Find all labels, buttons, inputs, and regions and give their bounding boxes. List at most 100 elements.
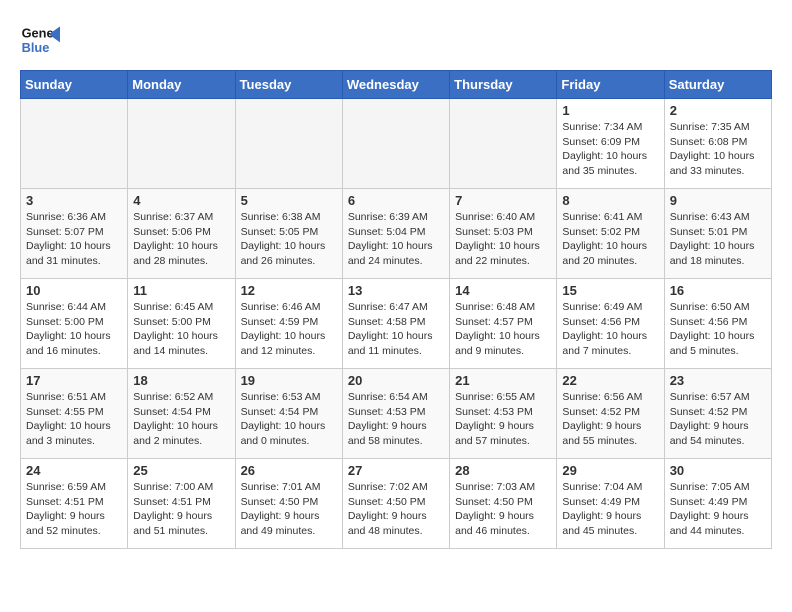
week-row-2: 3 Sunrise: 6:36 AM Sunset: 5:07 PM Daylig… [21, 189, 772, 279]
day-header-tuesday: Tuesday [235, 71, 342, 99]
calendar-cell: 9 Sunrise: 6:43 AM Sunset: 5:01 PM Daylig… [664, 189, 771, 279]
calendar-cell: 1 Sunrise: 7:34 AM Sunset: 6:09 PM Daylig… [557, 99, 664, 189]
calendar-cell [450, 99, 557, 189]
day-info: Sunrise: 6:46 AM Sunset: 4:59 PM Dayligh… [241, 300, 337, 359]
day-info: Sunrise: 7:35 AM Sunset: 6:08 PM Dayligh… [670, 120, 766, 179]
week-row-5: 24 Sunrise: 6:59 AM Sunset: 4:51 PM Dayli… [21, 459, 772, 549]
day-info: Sunrise: 7:02 AM Sunset: 4:50 PM Dayligh… [348, 480, 444, 539]
day-info: Sunrise: 7:04 AM Sunset: 4:49 PM Dayligh… [562, 480, 658, 539]
logo: General Blue [20, 20, 60, 60]
day-info: Sunrise: 6:44 AM Sunset: 5:00 PM Dayligh… [26, 300, 122, 359]
day-info: Sunrise: 6:48 AM Sunset: 4:57 PM Dayligh… [455, 300, 551, 359]
day-number: 24 [26, 463, 122, 478]
calendar-cell: 25 Sunrise: 7:00 AM Sunset: 4:51 PM Dayli… [128, 459, 235, 549]
day-number: 2 [670, 103, 766, 118]
calendar-cell: 16 Sunrise: 6:50 AM Sunset: 4:56 PM Dayli… [664, 279, 771, 369]
calendar-cell: 23 Sunrise: 6:57 AM Sunset: 4:52 PM Dayli… [664, 369, 771, 459]
calendar-cell [235, 99, 342, 189]
day-info: Sunrise: 6:54 AM Sunset: 4:53 PM Dayligh… [348, 390, 444, 449]
day-info: Sunrise: 6:49 AM Sunset: 4:56 PM Dayligh… [562, 300, 658, 359]
day-info: Sunrise: 6:50 AM Sunset: 4:56 PM Dayligh… [670, 300, 766, 359]
day-number: 7 [455, 193, 551, 208]
calendar-cell: 22Sunrise: 6:56 AM Sunset: 4:52 PM Dayli… [557, 369, 664, 459]
day-number: 21 [455, 373, 551, 388]
calendar-cell: 2 Sunrise: 7:35 AM Sunset: 6:08 PM Daylig… [664, 99, 771, 189]
calendar-cell: 3 Sunrise: 6:36 AM Sunset: 5:07 PM Daylig… [21, 189, 128, 279]
day-header-friday: Friday [557, 71, 664, 99]
day-info: Sunrise: 6:55 AM Sunset: 4:53 PM Dayligh… [455, 390, 551, 449]
day-number: 17 [26, 373, 122, 388]
day-number: 15 [562, 283, 658, 298]
calendar-cell [21, 99, 128, 189]
day-info: Sunrise: 7:03 AM Sunset: 4:50 PM Dayligh… [455, 480, 551, 539]
day-info: Sunrise: 6:38 AM Sunset: 5:05 PM Dayligh… [241, 210, 337, 269]
calendar-cell: 15 Sunrise: 6:49 AM Sunset: 4:56 PM Dayli… [557, 279, 664, 369]
calendar-cell: 11Sunrise: 6:45 AM Sunset: 5:00 PM Dayli… [128, 279, 235, 369]
day-number: 26 [241, 463, 337, 478]
day-info: Sunrise: 6:59 AM Sunset: 4:51 PM Dayligh… [26, 480, 122, 539]
day-number: 9 [670, 193, 766, 208]
day-number: 5 [241, 193, 337, 208]
calendar-cell: 4 Sunrise: 6:37 AM Sunset: 5:06 PM Daylig… [128, 189, 235, 279]
day-info: Sunrise: 7:34 AM Sunset: 6:09 PM Dayligh… [562, 120, 658, 179]
day-info: Sunrise: 7:05 AM Sunset: 4:49 PM Dayligh… [670, 480, 766, 539]
day-number: 18 [133, 373, 229, 388]
day-header-monday: Monday [128, 71, 235, 99]
calendar-cell: 10 Sunrise: 6:44 AM Sunset: 5:00 PM Dayli… [21, 279, 128, 369]
day-number: 10 [26, 283, 122, 298]
day-number: 19 [241, 373, 337, 388]
day-number: 11 [133, 283, 229, 298]
day-number: 1 [562, 103, 658, 118]
day-info: Sunrise: 6:57 AM Sunset: 4:52 PM Dayligh… [670, 390, 766, 449]
calendar-cell: 7 Sunrise: 6:40 AM Sunset: 5:03 PM Daylig… [450, 189, 557, 279]
calendar-cell: 30 Sunrise: 7:05 AM Sunset: 4:49 PM Dayli… [664, 459, 771, 549]
calendar-cell: 29 Sunrise: 7:04 AM Sunset: 4:49 PM Dayli… [557, 459, 664, 549]
day-number: 27 [348, 463, 444, 478]
calendar-table: SundayMondayTuesdayWednesdayThursdayFrid… [20, 70, 772, 549]
calendar-cell: 27 Sunrise: 7:02 AM Sunset: 4:50 PM Dayli… [342, 459, 449, 549]
day-number: 3 [26, 193, 122, 208]
page-header: General Blue [20, 20, 772, 60]
day-number: 25 [133, 463, 229, 478]
logo-icon: General Blue [20, 20, 60, 60]
day-info: Sunrise: 7:00 AM Sunset: 4:51 PM Dayligh… [133, 480, 229, 539]
calendar-cell: 21 Sunrise: 6:55 AM Sunset: 4:53 PM Dayli… [450, 369, 557, 459]
day-number: 23 [670, 373, 766, 388]
calendar-cell: 28 Sunrise: 7:03 AM Sunset: 4:50 PM Dayli… [450, 459, 557, 549]
day-number: 4 [133, 193, 229, 208]
calendar-cell: 14 Sunrise: 6:48 AM Sunset: 4:57 PM Dayli… [450, 279, 557, 369]
day-header-sunday: Sunday [21, 71, 128, 99]
calendar-cell: 26 Sunrise: 7:01 AM Sunset: 4:50 PM Dayli… [235, 459, 342, 549]
calendar-cell: 18 Sunrise: 6:52 AM Sunset: 4:54 PM Dayli… [128, 369, 235, 459]
calendar-cell: 17 Sunrise: 6:51 AM Sunset: 4:55 PM Dayli… [21, 369, 128, 459]
day-header-saturday: Saturday [664, 71, 771, 99]
day-info: Sunrise: 7:01 AM Sunset: 4:50 PM Dayligh… [241, 480, 337, 539]
day-info: Sunrise: 6:56 AM Sunset: 4:52 PM Dayligh… [562, 390, 658, 449]
day-info: Sunrise: 6:37 AM Sunset: 5:06 PM Dayligh… [133, 210, 229, 269]
day-number: 14 [455, 283, 551, 298]
day-info: Sunrise: 6:41 AM Sunset: 5:02 PM Dayligh… [562, 210, 658, 269]
day-number: 12 [241, 283, 337, 298]
day-number: 28 [455, 463, 551, 478]
day-number: 16 [670, 283, 766, 298]
calendar-cell [342, 99, 449, 189]
day-number: 8 [562, 193, 658, 208]
day-number: 13 [348, 283, 444, 298]
day-info: Sunrise: 6:36 AM Sunset: 5:07 PM Dayligh… [26, 210, 122, 269]
calendar-cell: 20Sunrise: 6:54 AM Sunset: 4:53 PM Dayli… [342, 369, 449, 459]
calendar-cell [128, 99, 235, 189]
day-info: Sunrise: 6:40 AM Sunset: 5:03 PM Dayligh… [455, 210, 551, 269]
day-number: 29 [562, 463, 658, 478]
day-number: 6 [348, 193, 444, 208]
header-row: SundayMondayTuesdayWednesdayThursdayFrid… [21, 71, 772, 99]
day-info: Sunrise: 6:52 AM Sunset: 4:54 PM Dayligh… [133, 390, 229, 449]
week-row-1: 1 Sunrise: 7:34 AM Sunset: 6:09 PM Daylig… [21, 99, 772, 189]
day-header-thursday: Thursday [450, 71, 557, 99]
calendar-cell: 12 Sunrise: 6:46 AM Sunset: 4:59 PM Dayli… [235, 279, 342, 369]
day-info: Sunrise: 6:43 AM Sunset: 5:01 PM Dayligh… [670, 210, 766, 269]
calendar-cell: 13Sunrise: 6:47 AM Sunset: 4:58 PM Dayli… [342, 279, 449, 369]
week-row-3: 10 Sunrise: 6:44 AM Sunset: 5:00 PM Dayli… [21, 279, 772, 369]
day-info: Sunrise: 6:51 AM Sunset: 4:55 PM Dayligh… [26, 390, 122, 449]
day-number: 30 [670, 463, 766, 478]
calendar-cell: 6Sunrise: 6:39 AM Sunset: 5:04 PM Daylig… [342, 189, 449, 279]
